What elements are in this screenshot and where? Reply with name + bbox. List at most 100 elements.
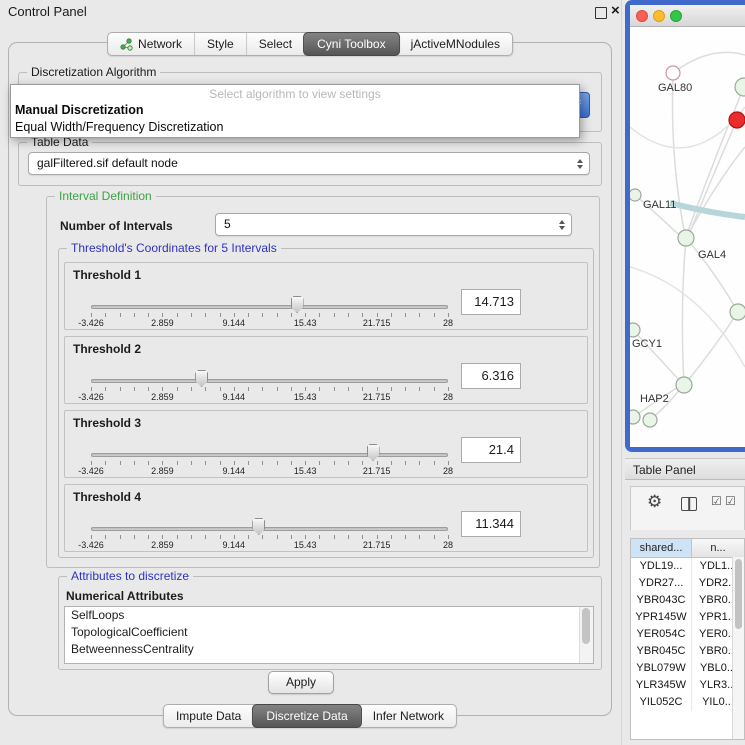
checkbox-icon[interactable]: ☑: [725, 494, 736, 508]
threshold-slider-thumb[interactable]: [195, 370, 208, 387]
slider-tick: [177, 387, 178, 391]
slider-tick: [334, 313, 335, 317]
tab-style[interactable]: Style: [194, 33, 246, 55]
network-node[interactable]: [630, 323, 640, 337]
table-row[interactable]: YER054CYER0...: [631, 626, 744, 643]
minimize-traffic-light-icon[interactable]: [653, 10, 665, 22]
threshold-slider-track[interactable]: [91, 379, 448, 383]
slider-scale-label: 21.715: [363, 318, 391, 328]
network-edge[interactable]: [630, 267, 745, 367]
threshold-slider-thumb[interactable]: [291, 296, 304, 313]
panel-title: Control Panel: [8, 4, 87, 19]
list-item[interactable]: SelfLoops: [65, 607, 593, 624]
columns-icon[interactable]: [681, 497, 697, 511]
table-row[interactable]: YDL19...YDL1...: [631, 558, 744, 575]
zoom-traffic-light-icon[interactable]: [670, 10, 682, 22]
threshold-value-field[interactable]: 6.316: [461, 363, 521, 389]
number-of-intervals-combobox[interactable]: 5: [215, 213, 572, 236]
table-cell[interactable]: YBR043C: [631, 592, 692, 609]
slider-tick: [162, 461, 163, 465]
tab-label: Style: [207, 33, 234, 55]
slider-tick: [191, 461, 192, 465]
network-edge[interactable]: [686, 147, 745, 238]
gear-icon[interactable]: ⚙: [647, 492, 662, 512]
threshold-slider-thumb[interactable]: [252, 518, 265, 535]
table-data-combobox[interactable]: galFiltered.sif default node: [28, 152, 590, 175]
network-window-titlebar[interactable]: [630, 5, 745, 27]
slider-scale-label: -3.426: [78, 466, 104, 476]
table-row[interactable]: YBL079WYBL0...: [631, 660, 744, 677]
slider-tick: [391, 313, 392, 317]
network-edge[interactable]: [686, 312, 738, 383]
network-node[interactable]: [643, 413, 657, 427]
threshold-value-field[interactable]: 21.4: [461, 437, 521, 463]
column-header-shared-[interactable]: shared...: [631, 539, 692, 557]
table-row[interactable]: YIL052CYIL0...: [631, 694, 744, 711]
bottom-tab-bar: Impute DataDiscretize DataInfer Network: [163, 704, 457, 728]
slider-scale-label: 21.715: [363, 540, 391, 550]
network-node[interactable]: [735, 78, 745, 96]
bottom-tab-infer-network[interactable]: Infer Network: [361, 705, 456, 727]
threshold-slider-track[interactable]: [91, 305, 448, 309]
float-window-icon[interactable]: [595, 7, 607, 19]
network-node[interactable]: [729, 112, 745, 128]
network-edge[interactable]: [673, 52, 745, 73]
table-scrollbar[interactable]: [732, 557, 744, 739]
close-icon[interactable]: ×: [611, 2, 620, 19]
table-row[interactable]: YLR345WYLR3...: [631, 677, 744, 694]
tab-jactivemnodules[interactable]: jActiveMNodules: [399, 33, 512, 55]
bottom-tab-discretize-data[interactable]: Discretize Data: [252, 704, 361, 728]
slider-tick: [205, 313, 206, 317]
dropdown-hint: Select algorithm to view settings: [11, 86, 579, 102]
table-cell[interactable]: YDL19...: [631, 558, 692, 575]
apply-button[interactable]: Apply: [268, 671, 334, 694]
table-cell[interactable]: YER054C: [631, 626, 692, 643]
network-node[interactable]: [678, 230, 694, 246]
tab-label: Network: [138, 33, 182, 55]
table-cell[interactable]: YIL052C: [631, 694, 692, 711]
network-edge[interactable]: [682, 238, 686, 385]
table-row[interactable]: YDR27...YDR2...: [631, 575, 744, 592]
threshold-value-field[interactable]: 14.713: [461, 289, 521, 315]
threshold-value-field[interactable]: 11.344: [461, 511, 521, 537]
checkbox-icon[interactable]: ☑: [711, 494, 722, 508]
table-row[interactable]: YBR043CYBR0...: [631, 592, 744, 609]
network-node[interactable]: [676, 377, 692, 393]
table-cell[interactable]: YDR27...: [631, 575, 692, 592]
slider-tick: [191, 387, 192, 391]
list-item[interactable]: TopologicalCoefficient: [65, 624, 593, 641]
slider-tick: [362, 535, 363, 539]
table-cell[interactable]: YBR045C: [631, 643, 692, 660]
slider-scale-label: 28: [443, 466, 453, 476]
threshold-slider-track[interactable]: [91, 527, 448, 531]
table-cell[interactable]: YPR145W: [631, 609, 692, 626]
slider-tick: [234, 313, 235, 317]
tab-network[interactable]: Network: [108, 33, 194, 55]
slider-tick: [277, 535, 278, 539]
table-cell[interactable]: YBL079W: [631, 660, 692, 677]
list-scrollbar[interactable]: [579, 607, 593, 663]
table-cell[interactable]: YLR345W: [631, 677, 692, 694]
numerical-attributes-list[interactable]: SelfLoopsTopologicalCoefficientBetweenne…: [64, 606, 594, 664]
list-item[interactable]: BetweennessCentrality: [65, 641, 593, 658]
threshold-slider-track[interactable]: [91, 453, 448, 457]
network-node[interactable]: [630, 189, 641, 201]
tab-select[interactable]: Select: [246, 33, 304, 55]
bottom-tab-impute-data[interactable]: Impute Data: [164, 705, 253, 727]
network-canvas[interactable]: GAL80GAL11GAL4GCY1HAP2: [630, 27, 745, 446]
slider-tick: [405, 387, 406, 391]
column-header-n-[interactable]: n...: [692, 539, 744, 557]
table-row[interactable]: YBR045CYBR0...: [631, 643, 744, 660]
threshold-slider-thumb[interactable]: [367, 444, 380, 461]
slider-tick: [362, 387, 363, 391]
slider-tick: [305, 313, 306, 317]
slider-tick: [205, 387, 206, 391]
table-row[interactable]: YPR145WYPR1...: [631, 609, 744, 626]
network-node[interactable]: [666, 66, 680, 80]
tab-cyni-toolbox[interactable]: Cyni Toolbox: [303, 32, 399, 56]
network-node[interactable]: [630, 410, 640, 424]
network-node[interactable]: [730, 304, 745, 320]
dropdown-option-equal-width-frequency-discretization[interactable]: Equal Width/Frequency Discretization: [11, 119, 579, 136]
close-traffic-light-icon[interactable]: [636, 10, 648, 22]
dropdown-option-manual-discretization[interactable]: Manual Discretization: [11, 102, 579, 119]
